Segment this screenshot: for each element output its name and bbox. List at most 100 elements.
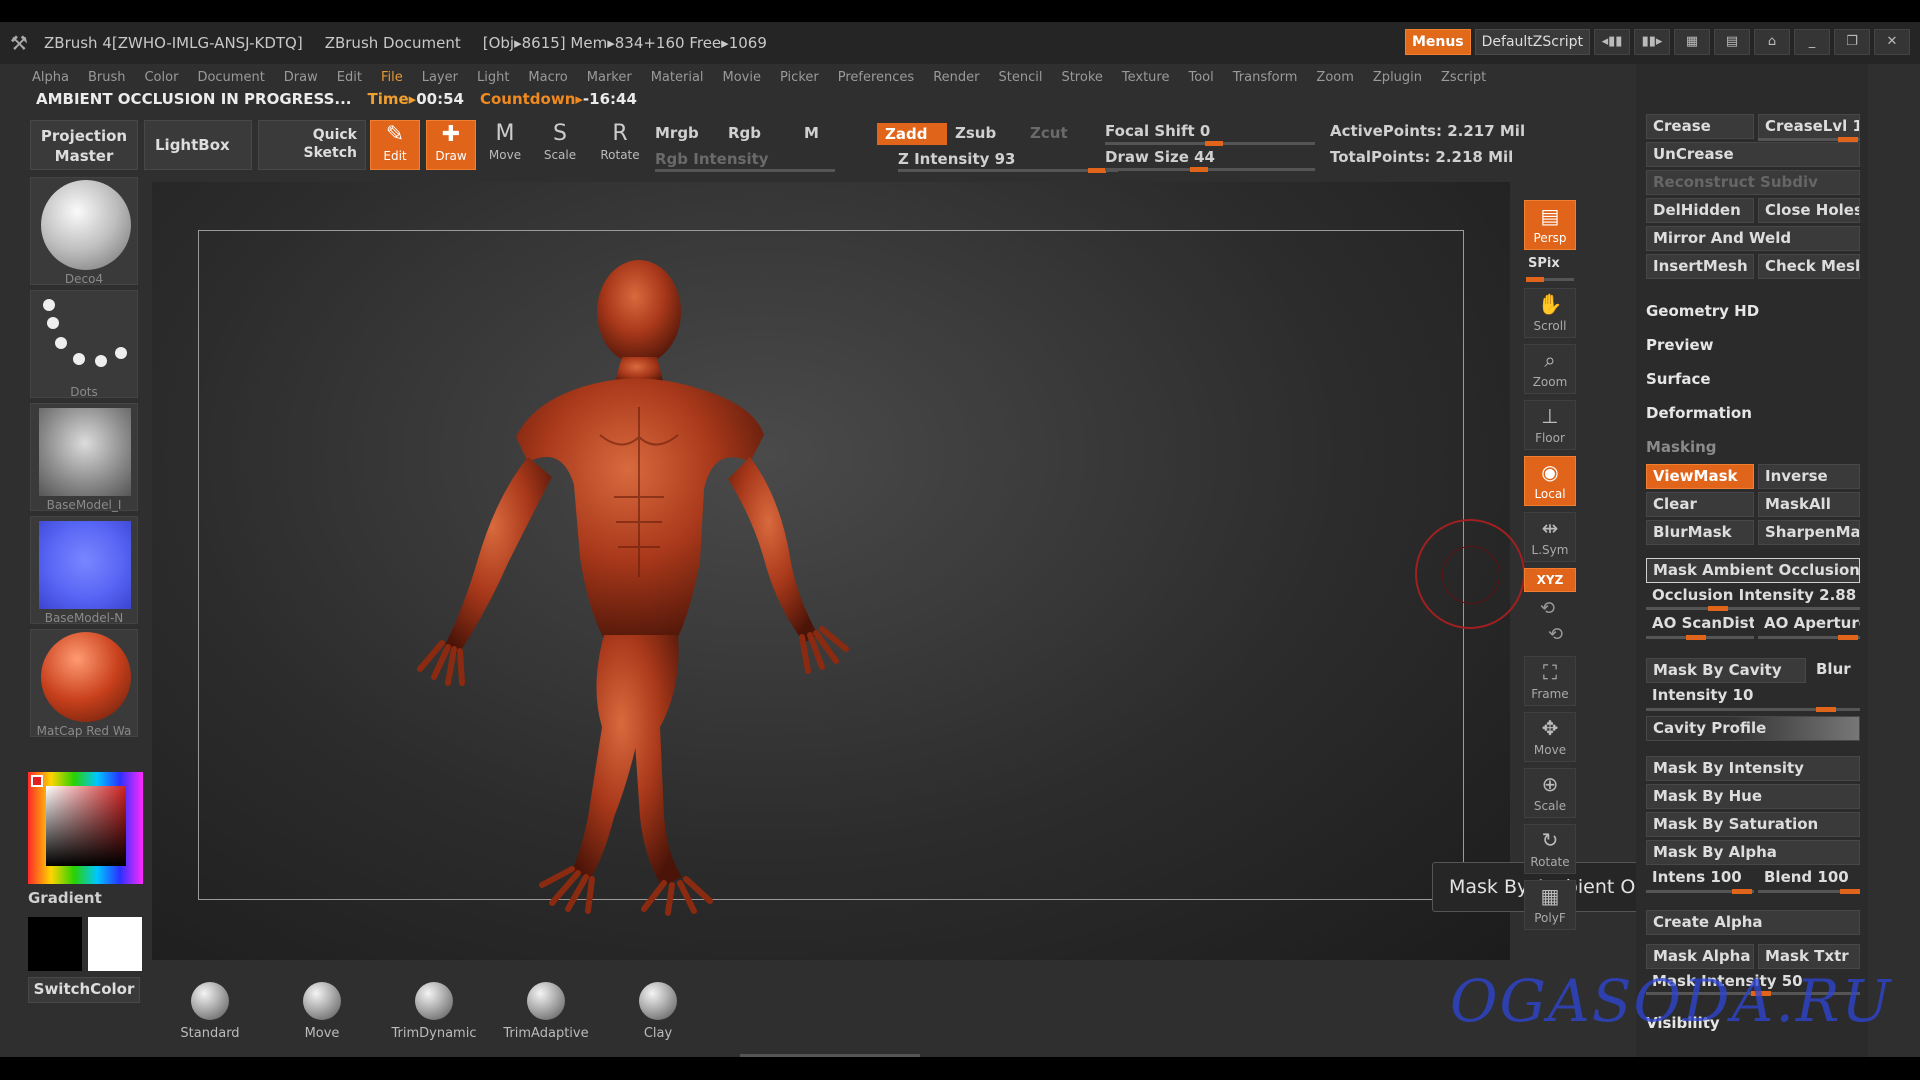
zcut-button[interactable]: Zcut xyxy=(1030,124,1068,142)
projection-master-button[interactable]: Projection Master xyxy=(30,120,138,170)
menu-render[interactable]: Render xyxy=(933,70,979,85)
layout-icon[interactable]: ▦ xyxy=(1674,29,1710,55)
brush-trimdynamic[interactable]: TrimDynamic xyxy=(389,982,479,1041)
sculpted-figure[interactable] xyxy=(382,257,882,917)
rgb-intensity-track[interactable] xyxy=(655,169,835,172)
texture-thumbnail[interactable]: BaseModel_I xyxy=(30,403,138,512)
cavity-intensity-track[interactable] xyxy=(1646,707,1860,712)
crease-level-slider[interactable]: CreaseLvl 15 xyxy=(1758,114,1860,139)
zadd-button[interactable]: Zadd xyxy=(877,123,947,145)
document-viewport[interactable]: Mask By Ambient Occlusion xyxy=(152,182,1744,960)
draw-size-track[interactable] xyxy=(1105,167,1315,172)
color-square[interactable] xyxy=(46,786,126,866)
menu-light[interactable]: Light xyxy=(477,70,509,85)
menu-brush[interactable]: Brush xyxy=(88,70,126,85)
mask-ambient-occlusion-button[interactable]: Mask Ambient Occlusion xyxy=(1646,558,1860,583)
reconstruct-subdiv-button[interactable]: Reconstruct Subdiv xyxy=(1646,170,1860,195)
mask-by-alpha-button[interactable]: Mask By Alpha xyxy=(1646,840,1860,865)
menu-material[interactable]: Material xyxy=(651,70,704,85)
scale-view-button[interactable]: ⊕ Scale xyxy=(1524,768,1576,818)
ao-aperture-slider[interactable]: AO Aperture xyxy=(1758,612,1860,637)
layout2-icon[interactable]: ▤ xyxy=(1714,29,1750,55)
mask-alpha-button[interactable]: Mask Alpha xyxy=(1646,944,1754,969)
quick-sketch-button[interactable]: Quick Sketch xyxy=(258,120,366,170)
edit-button[interactable]: ✎ Edit xyxy=(370,120,420,170)
minimize-icon[interactable]: _ xyxy=(1794,29,1830,55)
geometry-hd-section[interactable]: Geometry HD xyxy=(1646,302,1759,320)
switch-color-button[interactable]: SwitchColor xyxy=(28,977,140,1003)
lightbox-button[interactable]: LightBox xyxy=(144,120,252,170)
restore-icon[interactable]: ❐ xyxy=(1834,29,1870,55)
default-zscript-button[interactable]: DefaultZScript xyxy=(1474,29,1590,55)
menu-marker[interactable]: Marker xyxy=(587,70,632,85)
check-mesh-button[interactable]: Check Mesh xyxy=(1758,254,1860,279)
rotate-y-icon[interactable]: ⟲ xyxy=(1540,598,1555,619)
rotate-view-button[interactable]: ↻ Rotate xyxy=(1524,824,1576,874)
preview-section[interactable]: Preview xyxy=(1646,336,1714,354)
menu-document[interactable]: Document xyxy=(197,70,264,85)
ao-scandist-slider[interactable]: AO ScanDist xyxy=(1646,612,1754,637)
rotate-button[interactable]: R Rotate xyxy=(595,120,645,170)
rotate-z-icon[interactable]: ⟲ xyxy=(1548,624,1563,645)
occlusion-intensity-slider[interactable]: Occlusion Intensity 2.88 xyxy=(1646,584,1860,609)
menu-draw[interactable]: Draw xyxy=(284,70,318,85)
menu-transform[interactable]: Transform xyxy=(1233,70,1298,85)
lock-icon[interactable]: ⌂ xyxy=(1754,29,1790,55)
menu-movie[interactable]: Movie xyxy=(723,70,761,85)
mrgb-button[interactable]: Mrgb xyxy=(655,124,699,142)
zoom-button[interactable]: ⌕ Zoom xyxy=(1524,344,1576,394)
z-intensity-track[interactable] xyxy=(898,168,1118,173)
rgb-button[interactable]: Rgb xyxy=(728,124,761,142)
menu-edit[interactable]: Edit xyxy=(337,70,362,85)
mirror-weld-button[interactable]: Mirror And Weld xyxy=(1646,226,1860,251)
intens-track[interactable] xyxy=(1646,889,1754,894)
local-button[interactable]: ◉ Local xyxy=(1524,456,1576,506)
ao-scandist-track[interactable] xyxy=(1646,635,1754,640)
color-picker[interactable] xyxy=(28,772,143,884)
scale-button[interactable]: S Scale xyxy=(535,120,585,170)
move-view-button[interactable]: ✥ Move xyxy=(1524,712,1576,762)
menu-zplugin[interactable]: Zplugin xyxy=(1373,70,1422,85)
gradient-label[interactable]: Gradient xyxy=(28,889,102,907)
frame-button[interactable]: ⛶ Frame xyxy=(1524,656,1576,706)
menu-file[interactable]: File xyxy=(381,70,403,85)
persp-button[interactable]: ▤ Persp xyxy=(1524,200,1576,250)
surface-section[interactable]: Surface xyxy=(1646,370,1711,388)
normalmap-thumbnail[interactable]: BaseModel-N xyxy=(30,516,138,625)
maskall-button[interactable]: MaskAll xyxy=(1758,492,1860,517)
deformation-section[interactable]: Deformation xyxy=(1646,404,1752,422)
draw-size-slider[interactable]: Draw Size 44 xyxy=(1105,148,1215,166)
stroke-thumbnail[interactable]: Dots xyxy=(30,290,138,399)
menus-button[interactable]: Menus xyxy=(1404,29,1471,55)
bottom-scrollbar[interactable] xyxy=(740,1054,920,1057)
sharpenmask-button[interactable]: SharpenMask xyxy=(1758,520,1860,545)
inverse-button[interactable]: Inverse xyxy=(1758,464,1860,489)
menu-preferences[interactable]: Preferences xyxy=(838,70,914,85)
menu-picker[interactable]: Picker xyxy=(780,70,819,85)
uncrease-button[interactable]: UnCrease xyxy=(1646,142,1860,167)
blend-slider[interactable]: Blend 100 xyxy=(1758,866,1860,891)
occlusion-intensity-track[interactable] xyxy=(1646,606,1860,611)
focal-shift-track[interactable] xyxy=(1105,141,1315,146)
xyz-button[interactable]: XYZ xyxy=(1524,568,1576,592)
zsub-button[interactable]: Zsub xyxy=(955,124,996,142)
blurmask-button[interactable]: BlurMask xyxy=(1646,520,1754,545)
cavity-blur-slider[interactable]: Blur xyxy=(1810,658,1860,683)
brush-move[interactable]: Move xyxy=(277,982,367,1041)
menu-macro[interactable]: Macro xyxy=(528,70,567,85)
cavity-profile-curve[interactable]: Cavity Profile xyxy=(1646,716,1860,741)
menu-stencil[interactable]: Stencil xyxy=(998,70,1042,85)
palette-left-icon[interactable]: ◂▮▮ xyxy=(1594,29,1630,55)
masking-section[interactable]: Masking xyxy=(1646,438,1717,456)
menu-alpha[interactable]: Alpha xyxy=(32,70,69,85)
intens-slider[interactable]: Intens 100 xyxy=(1646,866,1754,891)
menu-texture[interactable]: Texture xyxy=(1122,70,1170,85)
clear-mask-button[interactable]: Clear xyxy=(1646,492,1754,517)
mask-by-intensity-button[interactable]: Mask By Intensity xyxy=(1646,756,1860,781)
menu-layer[interactable]: Layer xyxy=(422,70,458,85)
crease-button[interactable]: Crease xyxy=(1646,114,1754,139)
mask-by-cavity-button[interactable]: Mask By Cavity xyxy=(1646,658,1806,683)
create-alpha-button[interactable]: Create Alpha xyxy=(1646,910,1860,935)
cavity-intensity-slider[interactable]: Intensity 10 xyxy=(1646,684,1860,709)
menu-zoom[interactable]: Zoom xyxy=(1316,70,1353,85)
